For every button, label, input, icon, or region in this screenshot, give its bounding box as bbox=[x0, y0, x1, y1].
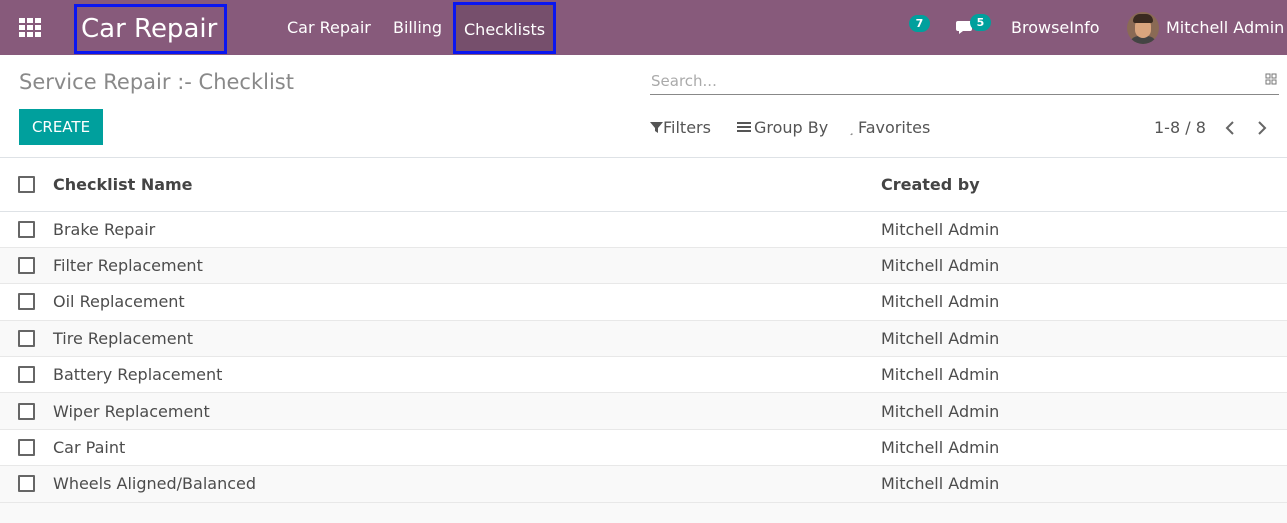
table-row[interactable]: Wheels Aligned/Balanced Mitchell Admin bbox=[0, 465, 1287, 503]
checklist-name-cell: Car Paint bbox=[53, 429, 881, 467]
table-header-row: Checklist Name Created by bbox=[0, 158, 1287, 212]
checklist-name-cell: Wheels Aligned/Balanced bbox=[53, 465, 881, 503]
breadcrumb: Service Repair :- Checklist bbox=[19, 70, 294, 94]
row-select-cell bbox=[0, 392, 53, 430]
table-row[interactable]: Battery Replacement Mitchell Admin bbox=[0, 356, 1287, 394]
user-avatar[interactable] bbox=[1127, 12, 1159, 44]
created-by-cell: Mitchell Admin bbox=[881, 320, 1287, 358]
create-button[interactable]: CREATE bbox=[19, 109, 103, 145]
checklist-name-cell: Filter Replacement bbox=[53, 247, 881, 285]
checklist-name-cell: Brake Repair bbox=[53, 211, 881, 248]
row-checkbox[interactable] bbox=[18, 475, 35, 493]
row-select-cell bbox=[0, 429, 53, 467]
table-row[interactable]: Tire Replacement Mitchell Admin bbox=[0, 320, 1287, 358]
row-select-cell bbox=[0, 320, 53, 358]
checklist-name-cell: Tire Replacement bbox=[53, 320, 881, 358]
menu-car-repair[interactable]: Car Repair bbox=[287, 0, 371, 55]
search-options-icon[interactable] bbox=[1265, 73, 1277, 85]
column-header-name[interactable]: Checklist Name bbox=[53, 158, 881, 212]
created-by-cell: Mitchell Admin bbox=[881, 392, 1287, 430]
user-menu[interactable]: Mitchell Admin bbox=[1166, 0, 1284, 55]
row-checkbox[interactable] bbox=[18, 257, 35, 275]
row-select-cell bbox=[0, 465, 53, 503]
row-select-cell bbox=[0, 247, 53, 285]
filter-icon bbox=[650, 122, 663, 133]
table-row[interactable]: Brake Repair Mitchell Admin bbox=[0, 211, 1287, 248]
created-by-cell: Mitchell Admin bbox=[881, 465, 1287, 503]
row-select-cell bbox=[0, 211, 53, 248]
chevron-left-icon[interactable] bbox=[1223, 119, 1237, 137]
activity-count-badge[interactable]: 7 bbox=[909, 15, 930, 32]
filters-label: Filters bbox=[663, 118, 711, 137]
row-checkbox[interactable] bbox=[18, 439, 35, 457]
row-checkbox[interactable] bbox=[18, 329, 35, 347]
checklist-table: Checklist Name Created by Brake Repair M… bbox=[0, 158, 1287, 503]
table-row[interactable]: Wiper Replacement Mitchell Admin bbox=[0, 392, 1287, 430]
app-menu-icon[interactable] bbox=[19, 18, 41, 37]
column-header-created-by[interactable]: Created by bbox=[881, 158, 1287, 212]
search-bar bbox=[650, 69, 1279, 95]
top-navbar: Car Repair Car Repair Billing Checklists… bbox=[0, 0, 1287, 55]
created-by-cell: Mitchell Admin bbox=[881, 283, 1287, 321]
favorites-button[interactable]: ¸ Favorites bbox=[849, 118, 930, 138]
company-switcher[interactable]: BrowseInfo bbox=[1011, 0, 1100, 55]
table-row[interactable]: Filter Replacement Mitchell Admin bbox=[0, 247, 1287, 285]
star-icon: ¸ bbox=[849, 125, 854, 136]
filters-button[interactable]: Filters bbox=[650, 118, 711, 138]
row-checkbox[interactable] bbox=[18, 366, 35, 384]
table-row[interactable]: Car Paint Mitchell Admin bbox=[0, 429, 1287, 467]
message-count-badge[interactable]: 5 bbox=[970, 14, 991, 31]
control-panel: Service Repair :- Checklist CREATE Filte… bbox=[0, 55, 1287, 158]
group-by-label: Group By bbox=[754, 118, 829, 137]
chevron-right-icon[interactable] bbox=[1255, 119, 1269, 137]
row-checkbox[interactable] bbox=[18, 220, 35, 238]
search-input[interactable] bbox=[651, 69, 1251, 93]
row-checkbox[interactable] bbox=[18, 402, 35, 420]
checklist-name-cell: Battery Replacement bbox=[53, 356, 881, 394]
favorites-label: Favorites bbox=[858, 118, 931, 137]
row-checkbox[interactable] bbox=[18, 293, 35, 311]
created-by-cell: Mitchell Admin bbox=[881, 211, 1287, 248]
table-row[interactable]: Oil Replacement Mitchell Admin bbox=[0, 283, 1287, 321]
list-icon bbox=[737, 122, 751, 132]
checklist-name-cell: Wiper Replacement bbox=[53, 392, 881, 430]
created-by-cell: Mitchell Admin bbox=[881, 247, 1287, 285]
menu-billing[interactable]: Billing bbox=[393, 0, 442, 55]
menu-checklists[interactable]: Checklists bbox=[453, 2, 557, 54]
pager-value[interactable]: 1-8 / 8 bbox=[1154, 118, 1206, 138]
select-all-checkbox[interactable] bbox=[18, 175, 35, 193]
checklist-name-cell: Oil Replacement bbox=[53, 283, 881, 321]
row-select-cell bbox=[0, 356, 53, 394]
group-by-button[interactable]: Group By bbox=[737, 118, 828, 138]
created-by-cell: Mitchell Admin bbox=[881, 429, 1287, 467]
created-by-cell: Mitchell Admin bbox=[881, 356, 1287, 394]
app-title[interactable]: Car Repair bbox=[74, 4, 227, 54]
select-all-cell bbox=[0, 158, 53, 212]
row-select-cell bbox=[0, 283, 53, 321]
